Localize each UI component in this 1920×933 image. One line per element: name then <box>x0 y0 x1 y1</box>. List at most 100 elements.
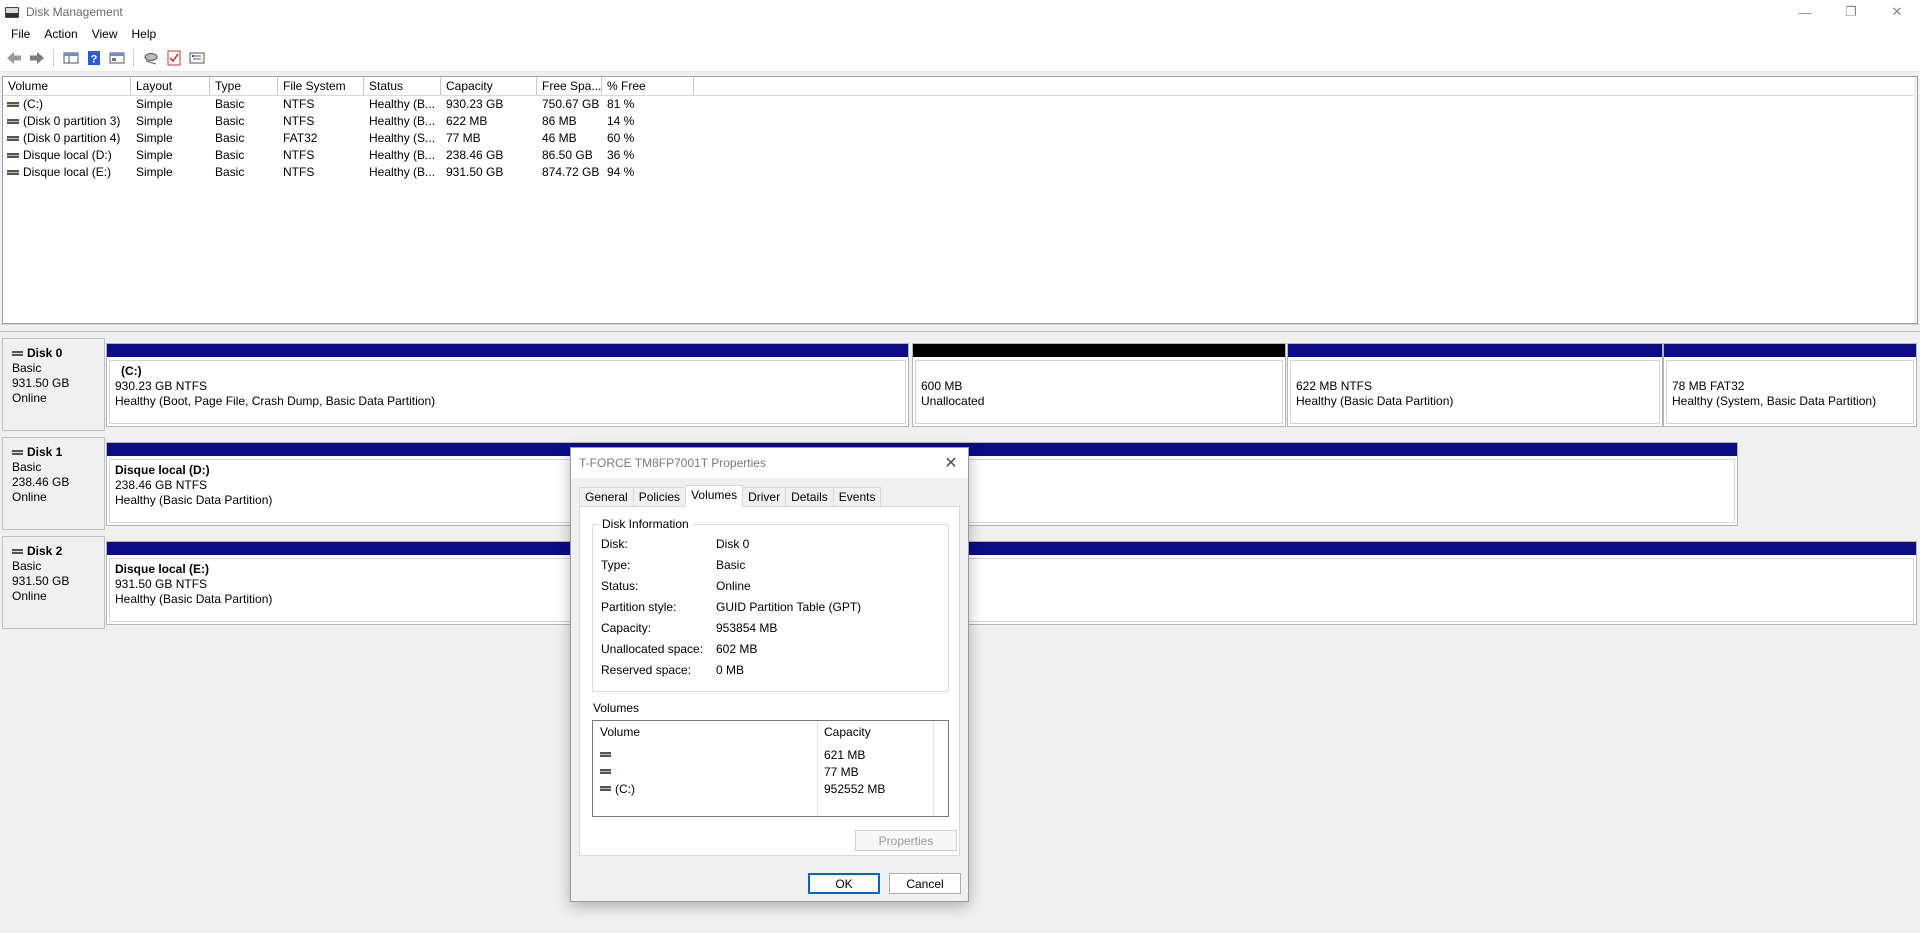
forward-icon[interactable] <box>26 48 47 69</box>
status-cell: Healthy (B... <box>369 97 436 111</box>
disk-0-label[interactable]: Disk 0 Basic 931.50 GB Online <box>2 338 105 431</box>
partition-4[interactable]: 78 MB FAT32 Healthy (System, Basic Data … <box>1663 343 1917 427</box>
partition-name <box>921 364 1277 379</box>
volumes-title: Volumes <box>593 701 640 715</box>
pane-splitter[interactable] <box>0 324 1920 332</box>
volume-cell: Disque local (E:) <box>3 164 131 181</box>
tab-general[interactable]: General <box>579 487 634 507</box>
capacity-cell: 77 MB <box>446 131 481 145</box>
volumes-column-volume[interactable]: Volume <box>600 725 640 739</box>
partition-status: Healthy (Basic Data Partition) <box>115 592 273 606</box>
tab-volumes[interactable]: Volumes <box>685 485 744 507</box>
file-system-cell: NTFS <box>283 97 315 111</box>
info-status: Status: Online <box>601 579 751 593</box>
info-partition-style: Partition style: GUID Partition Table (GP… <box>601 600 862 614</box>
layout-cell: Simple <box>136 165 173 179</box>
menu-view[interactable]: View <box>85 24 125 45</box>
cancel-button[interactable]: Cancel <box>889 873 961 894</box>
partition-c[interactable]: (C:) 930.23 GB NTFS Healthy (Boot, Page … <box>106 343 909 427</box>
file-system-cell: NTFS <box>283 114 315 128</box>
volume-icon <box>600 769 611 774</box>
tab-details[interactable]: Details <box>785 487 834 507</box>
volume-list-scrollbar[interactable] <box>1914 77 1917 323</box>
column-header-file-system[interactable]: File System <box>278 77 364 95</box>
partition-e[interactable]: Disque local (E:) 931.50 GB NTFS Healthy… <box>106 541 1917 625</box>
volume-cell: (Disk 0 partition 3) <box>3 113 131 130</box>
column-divider <box>817 721 818 816</box>
partition-bar <box>1664 344 1916 357</box>
type-cell: Basic <box>215 148 245 162</box>
tab-policies[interactable]: Policies <box>632 487 687 507</box>
partition-size: 78 MB FAT32 <box>1672 379 1745 393</box>
disk-2-label[interactable]: Disk 2 Basic 931.50 GB Online <box>2 536 105 629</box>
show-hide-console-tree-icon[interactable] <box>60 48 81 69</box>
menu-action[interactable]: Action <box>37 24 84 45</box>
properties-icon[interactable] <box>106 48 127 69</box>
volume-name: (C:) <box>23 97 43 111</box>
ok-button[interactable]: OK <box>808 873 880 894</box>
help-icon[interactable]: ? <box>83 48 104 69</box>
partition-status: Healthy (Basic Data Partition) <box>1296 394 1454 408</box>
minimize-button[interactable]: — <box>1782 0 1828 24</box>
volume-icon <box>7 153 19 158</box>
status-cell: Healthy (S... <box>369 131 436 145</box>
partition-details: 622 MB NTFS Healthy (Basic Data Partitio… <box>1290 360 1660 424</box>
dialog-close-icon[interactable]: ✕ <box>940 452 962 474</box>
column-header-status[interactable]: Status <box>364 77 441 95</box>
column-header-type[interactable]: Type <box>210 77 278 95</box>
tab-events[interactable]: Events <box>832 487 882 507</box>
settings-icon[interactable] <box>186 48 207 69</box>
disk-0-name: Disk 0 <box>12 346 104 361</box>
partition-3[interactable]: 622 MB NTFS Healthy (Basic Data Partitio… <box>1287 343 1663 427</box>
partition-unallocated[interactable]: 600 MB Unallocated <box>912 343 1286 427</box>
volume-properties-button[interactable]: Properties <box>855 830 957 851</box>
restore-button[interactable]: ❐ <box>1828 0 1874 24</box>
free-space-cell: 46 MB <box>542 131 577 145</box>
menu-file[interactable]: File <box>4 24 37 45</box>
volume-icon <box>600 752 611 757</box>
layout-cell: Simple <box>136 97 173 111</box>
dialog-title-bar: T-FORCE TM8FP7001T Properties ✕ <box>571 448 968 478</box>
volume-name: (Disk 0 partition 4) <box>23 131 121 145</box>
column-header-percent-free[interactable]: % Free <box>602 77 694 95</box>
type-cell: Basic <box>215 131 245 145</box>
volume-row[interactable]: (Disk 0 partition 4) Simple Basic FAT32 … <box>3 130 1917 147</box>
capacity-cell: 622 MB <box>446 114 488 128</box>
volume-row[interactable]: Disque local (D:) Simple Basic NTFS Heal… <box>3 147 1917 164</box>
volume-row[interactable]: Disque local (E:) Simple Basic NTFS Heal… <box>3 164 1917 181</box>
column-header-capacity[interactable]: Capacity <box>441 77 537 95</box>
volumes-row[interactable] <box>600 746 615 763</box>
percent-free-cell: 60 % <box>607 131 635 145</box>
volume-row[interactable]: (Disk 0 partition 3) Simple Basic NTFS H… <box>3 113 1917 130</box>
partition-bar <box>107 344 908 357</box>
info-unallocated-space: Unallocated space: 602 MB <box>601 642 758 656</box>
status-cell: Healthy (B... <box>369 165 436 179</box>
disk-0-status: Online <box>12 391 47 405</box>
rescan-icon[interactable] <box>140 48 161 69</box>
volumes-row[interactable]: (C:) <box>600 780 635 797</box>
type-cell: Basic <box>215 114 245 128</box>
partition-name <box>1296 364 1654 379</box>
disk-1-label[interactable]: Disk 1 Basic 238.46 GB Online <box>2 437 105 530</box>
type-cell: Basic <box>215 165 245 179</box>
column-header-free-space[interactable]: Free Spa... <box>537 77 602 95</box>
column-header-volume[interactable]: Volume <box>3 77 131 95</box>
volume-name: (Disk 0 partition 3) <box>23 114 121 128</box>
volume-row[interactable]: (C:) Simple Basic NTFS Healthy (B... 930… <box>3 96 1917 113</box>
menu-help[interactable]: Help <box>125 24 164 45</box>
column-header-layout[interactable]: Layout <box>131 77 210 95</box>
check-icon[interactable] <box>163 48 184 69</box>
partition-bar <box>1288 344 1662 357</box>
volume-cell: Disque local (D:) <box>3 147 131 164</box>
disk-0-partitions: (C:) 930.23 GB NTFS Healthy (Boot, Page … <box>105 338 1918 431</box>
disk-1-type: Basic <box>12 460 42 474</box>
disk-icon <box>12 450 23 455</box>
back-icon[interactable] <box>3 48 24 69</box>
close-button[interactable]: ✕ <box>1874 0 1920 24</box>
partition-name: (C:) <box>121 364 142 378</box>
disk-2-name: Disk 2 <box>12 544 104 559</box>
volumes-column-capacity[interactable]: Capacity <box>824 725 871 739</box>
volumes-row[interactable] <box>600 763 615 780</box>
percent-free-cell: 36 % <box>607 148 635 162</box>
tab-driver[interactable]: Driver <box>742 487 787 507</box>
